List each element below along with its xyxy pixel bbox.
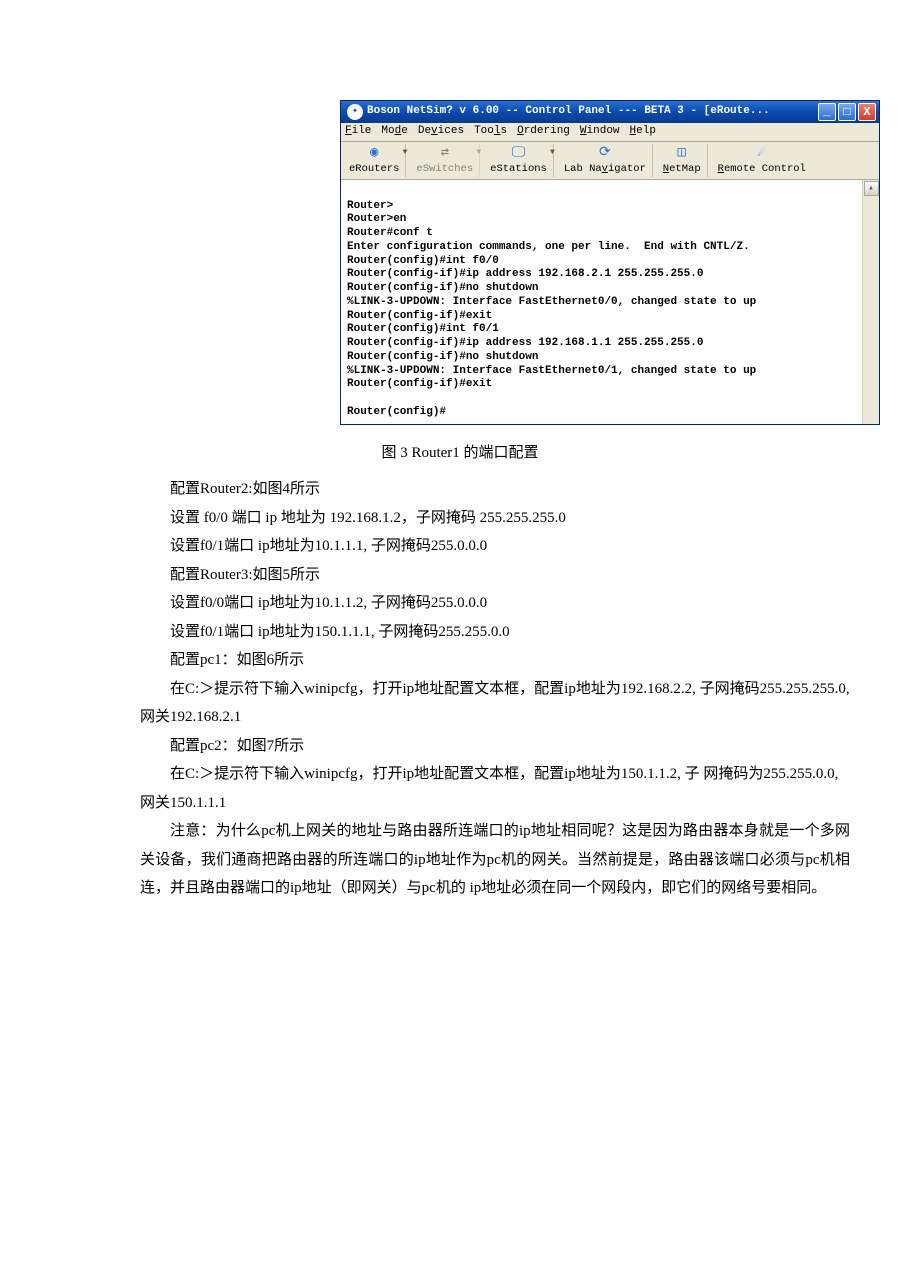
toolbar-remote[interactable]: ☄ Remote Control [712,144,812,177]
text-note: 注意：为什么pc机上网关的地址与路由器所连端口的ip地址相同呢？这是因为路由器本… [140,817,850,903]
remote-icon: ☄ [751,145,773,163]
toolbar: ◉ eRouters ▼ ⇄ eSwitches ▼ 🖵 eStations ▼… [341,142,879,180]
toolbar-labnav[interactable]: ⟳ Lab Navigator [558,144,653,177]
menu-ordering[interactable]: Ordering [517,125,570,139]
text-line: 设置 f0/0 端口 ip 地址为 192.168.1.2，子网掩码 255.2… [140,504,780,533]
menu-window[interactable]: Window [580,125,620,139]
text-line: 配置Router3:如图5所示 [140,561,780,590]
navigator-icon: ⟳ [594,145,616,163]
console-wrap: Router> Router>en Router#conf t Enter co… [341,180,879,424]
scrollbar[interactable]: ▴ [862,180,879,424]
text-line: 配置Router2:如图4所示 [140,475,780,504]
menu-tools[interactable]: Tools [474,125,507,139]
menu-bar: File Mode Devices Tools Ordering Window … [341,123,879,142]
text-line: 配置pc1：如图6所示 [140,646,780,675]
app-icon: ✦ [347,104,363,120]
minimize-button[interactable]: _ [818,103,836,121]
close-button[interactable]: X [858,103,876,121]
figure-caption: 图 3 Router1 的端口配置 [40,439,880,468]
menu-mode[interactable]: Mode [381,125,407,139]
chevron-down-icon: ▼ [550,148,555,158]
terminal-output[interactable]: Router> Router>en Router#conf t Enter co… [341,180,862,424]
text-line: 设置f0/0端口 ip地址为10.1.1.2, 子网掩码255.0.0.0 [140,589,780,618]
window-buttons: _ □ X [818,103,876,121]
toolbar-netmap[interactable]: ◫ NetMap [657,144,708,177]
menu-file[interactable]: File [345,125,371,139]
chevron-down-icon: ▼ [476,148,481,158]
menu-help[interactable]: Help [630,125,656,139]
netsim-window: ✦ Boson NetSim? v 6.00 -- Control Panel … [340,100,880,425]
maximize-button[interactable]: □ [838,103,856,121]
document-body: 配置Router2:如图4所示 设置 f0/0 端口 ip 地址为 192.16… [40,475,880,903]
router-icon: ◉ [363,145,385,163]
toolbar-eswitches[interactable]: ⇄ eSwitches ▼ [410,144,480,177]
netmap-icon: ◫ [671,145,693,163]
scroll-up-icon[interactable]: ▴ [864,181,879,196]
text-line: 设置f0/1端口 ip地址为150.1.1.1, 子网掩码255.255.0.0 [140,618,780,647]
chevron-down-icon: ▼ [403,148,408,158]
switch-icon: ⇄ [434,145,456,163]
text-paragraph: 在C:＞提示符下输入winipcfg，打开ip地址配置文本框，配置ip地址为15… [140,760,850,817]
window-title: Boson NetSim? v 6.00 -- Control Panel --… [367,105,818,119]
toolbar-estations[interactable]: 🖵 eStations ▼ [484,144,554,177]
toolbar-erouters[interactable]: ◉ eRouters ▼ [343,144,406,177]
titlebar: ✦ Boson NetSim? v 6.00 -- Control Panel … [341,101,879,123]
station-icon: 🖵 [508,145,530,163]
text-line: 配置pc2：如图7所示 [140,732,780,761]
text-line: 设置f0/1端口 ip地址为10.1.1.1, 子网掩码255.0.0.0 [140,532,780,561]
menu-devices[interactable]: Devices [418,125,464,139]
text-paragraph: 在C:＞提示符下输入winipcfg，打开ip地址配置文本框，配置ip地址为19… [140,675,850,732]
